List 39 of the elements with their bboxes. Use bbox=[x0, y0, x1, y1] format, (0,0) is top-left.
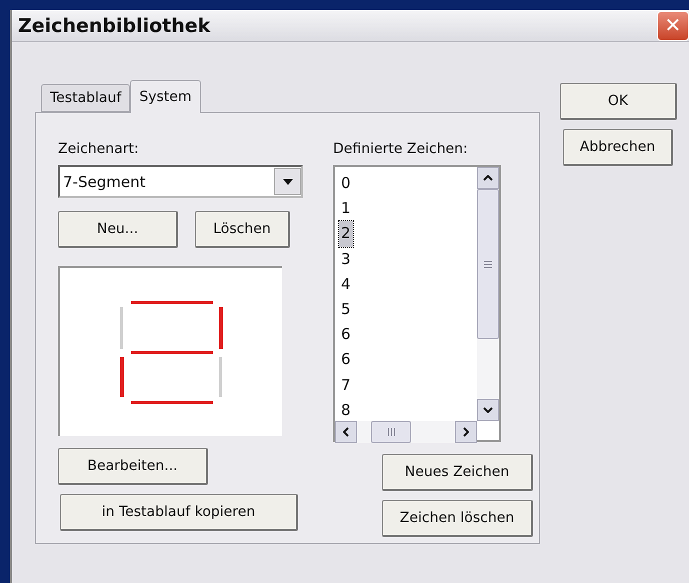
scroll-up-button[interactable] bbox=[477, 167, 499, 189]
grip-icon bbox=[484, 260, 492, 268]
list-item[interactable]: 7 bbox=[339, 372, 353, 398]
ok-button[interactable]: OK bbox=[560, 83, 677, 120]
delete-character-button[interactable]: Zeichen löschen bbox=[382, 500, 533, 537]
tab[interactable]: System bbox=[130, 80, 201, 113]
chevron-up-icon bbox=[483, 175, 493, 181]
list-item[interactable]: 0 bbox=[339, 171, 353, 196]
dropdown-button[interactable] bbox=[274, 168, 301, 195]
new-button[interactable]: Neu... bbox=[58, 211, 178, 248]
scroll-down-button[interactable] bbox=[477, 399, 499, 421]
list-item[interactable]: 6 bbox=[339, 322, 353, 348]
character-list[interactable]: 0 1 2 3 4 5 6 6 7 8 bbox=[333, 165, 501, 442]
chevron-down-icon bbox=[483, 407, 493, 413]
list-item[interactable]: 3 bbox=[339, 246, 353, 272]
scroll-left-button[interactable] bbox=[335, 421, 357, 443]
edit-button[interactable]: Bearbeiten... bbox=[58, 448, 208, 485]
list-item[interactable]: 2 bbox=[339, 221, 353, 247]
type-dropdown[interactable]: 7-Segment bbox=[58, 165, 303, 198]
horizontal-scrollbar[interactable] bbox=[335, 421, 477, 443]
delete-button[interactable]: Löschen bbox=[195, 211, 290, 248]
window-title: Zeichenbibliothek bbox=[18, 14, 210, 36]
list-item[interactable]: 5 bbox=[339, 296, 353, 322]
list-item[interactable]: 6 bbox=[339, 347, 353, 372]
chevron-right-icon bbox=[463, 427, 469, 437]
cancel-button[interactable]: Abbrechen bbox=[563, 129, 673, 166]
type-label: Zeichenart: bbox=[58, 141, 140, 157]
caret-icon bbox=[282, 178, 292, 184]
vertical-scrollbar[interactable] bbox=[477, 167, 499, 421]
scroll-right-button[interactable] bbox=[455, 421, 477, 443]
list-item[interactable]: 1 bbox=[339, 196, 353, 222]
copy-button[interactable]: in Testablauf kopieren bbox=[60, 494, 298, 531]
new-character-button[interactable]: Neues Zeichen bbox=[382, 454, 533, 491]
grip-icon bbox=[388, 428, 394, 436]
list-item[interactable]: 4 bbox=[339, 272, 353, 297]
defined-label: Definierte Zeichen: bbox=[333, 141, 469, 157]
list-item[interactable]: 8 bbox=[339, 398, 353, 421]
chevron-left-icon bbox=[343, 427, 349, 437]
tab[interactable]: Testablauf bbox=[41, 84, 130, 112]
